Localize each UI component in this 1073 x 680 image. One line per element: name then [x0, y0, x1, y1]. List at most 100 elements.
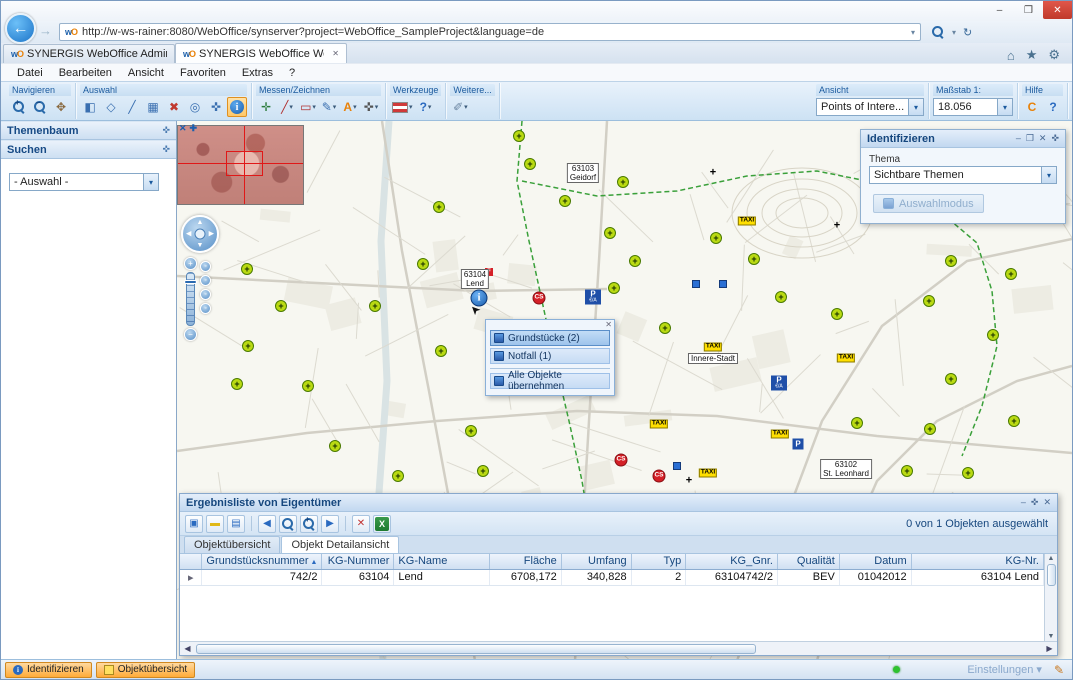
export-table-icon[interactable]: ▤ [227, 515, 245, 533]
poi-marker[interactable]: + [748, 253, 760, 265]
poi-marker[interactable]: + [617, 176, 629, 188]
remove-result-icon[interactable]: ✕ [352, 515, 370, 533]
zoom-out-button[interactable]: − [184, 328, 197, 341]
object-marker[interactable] [692, 280, 700, 288]
poi-marker[interactable]: + [945, 373, 957, 385]
vertical-scrollbar[interactable]: ▲ ▼ [1044, 554, 1057, 641]
zoom-to-object-icon[interactable] [279, 515, 297, 533]
table-row[interactable]: ▸742/263104Lend6708,172340,828263104742/… [180, 569, 1044, 585]
search-dropdown-icon[interactable]: ▾ [952, 28, 956, 37]
poi-marker[interactable]: + [241, 263, 253, 275]
pan-control[interactable]: ▲ ▼ ◀ ▶ [181, 215, 219, 253]
more-tools-icon[interactable]: ✐▾ [450, 97, 470, 117]
popup-action-alle-objekte[interactable]: Alle Objekte übernehmen [490, 373, 610, 389]
menu-item-item[interactable]: ? [281, 66, 303, 80]
point-select-icon[interactable]: ✜ [206, 97, 226, 117]
poi-marker[interactable]: + [231, 378, 243, 390]
pan-up-icon[interactable]: ▲ [197, 219, 204, 226]
parking-fee-marker[interactable]: P€/A [771, 376, 787, 391]
task-button-identifizieren[interactable]: iIdentifizieren [5, 662, 92, 678]
austria-flag-icon[interactable]: ▾ [390, 97, 415, 117]
object-marker[interactable] [673, 462, 681, 470]
tools-help-icon[interactable]: ?▾ [416, 97, 436, 117]
overview-extent-rect[interactable] [226, 151, 263, 176]
menu-item-extras[interactable]: Extras [234, 66, 281, 80]
column-header-typ[interactable]: Typ [631, 554, 686, 569]
sidebar-section-suchen[interactable]: Suchen ✜ [1, 140, 176, 159]
column-header-umfang[interactable]: Umfang [561, 554, 631, 569]
einstellungen-link[interactable]: Einstellungen ▾ [967, 663, 1042, 676]
chevron-down-icon[interactable]: ▾ [333, 103, 337, 111]
poi-marker[interactable]: + [851, 417, 863, 429]
tab-close-icon[interactable]: ✕ [332, 49, 339, 58]
tab-objektuebersicht[interactable]: Objektübersicht [184, 536, 280, 553]
pin-icon[interactable]: ✜ [162, 125, 170, 136]
menu-item-datei[interactable]: Datei [9, 66, 51, 80]
identify-icon[interactable]: i [227, 97, 247, 117]
url-history-dropdown-icon[interactable]: ▾ [911, 28, 915, 37]
column-header-item[interactable] [180, 554, 202, 569]
map-canvas[interactable]: +++++++++++++++++++++++++++++++++++TAXIT… [177, 121, 1072, 659]
poi-marker[interactable]: + [329, 440, 341, 452]
poi-marker[interactable]: + [1005, 268, 1017, 280]
close-overview-icon[interactable]: ✕ [179, 123, 187, 134]
column-header-kg-gnr[interactable]: KG_Gnr. [686, 554, 778, 569]
excel-export-icon[interactable]: X [373, 515, 391, 533]
copyright-icon[interactable]: C [1022, 97, 1042, 117]
close-button[interactable]: ✕ [1043, 1, 1072, 19]
select-rectangle-icon[interactable]: ◧ [80, 97, 100, 117]
nav-history-button[interactable]: ◦ [200, 303, 211, 314]
nav-history-button[interactable]: ◦ [200, 275, 211, 286]
minimize-icon[interactable]: – [1016, 133, 1021, 144]
chevron-down-icon[interactable]: ▾ [464, 103, 468, 111]
measure-coordinate-icon[interactable]: ✛ [256, 97, 276, 117]
poi-marker[interactable]: + [962, 467, 974, 479]
chevron-down-icon[interactable]: ▾ [409, 103, 413, 111]
pan-left-icon[interactable]: ◀ [186, 231, 191, 238]
task-button-objekt-bersicht[interactable]: Objektübersicht [96, 662, 195, 678]
carsharing-marker[interactable]: CS [615, 454, 628, 467]
expand-overview-icon[interactable]: ✚ [190, 123, 198, 134]
previous-object-icon[interactable]: ◀ [258, 515, 276, 533]
poi-marker[interactable]: + [629, 255, 641, 267]
chevron-down-icon[interactable]: ▾ [289, 103, 293, 111]
maximize-button[interactable]: ❒ [1014, 1, 1043, 19]
draw-icon[interactable]: ✎▾ [319, 97, 339, 117]
scroll-left-icon[interactable]: ◀ [180, 644, 195, 653]
zoom-in-icon[interactable]: + [9, 97, 29, 117]
snap-icon[interactable]: ✜▾ [361, 97, 381, 117]
thema-select[interactable]: Sichtbare Themen ▾ [869, 166, 1057, 184]
poi-marker[interactable]: + [369, 300, 381, 312]
poi-marker[interactable]: + [923, 295, 935, 307]
poi-marker[interactable]: + [608, 282, 620, 294]
scrollbar-thumb[interactable] [196, 644, 756, 654]
settings-gear-icon[interactable]: ⚙ [1048, 47, 1060, 63]
toolbar-select-ma-stab-1[interactable]: 18.056▾ [933, 98, 1013, 116]
menu-item-ansicht[interactable]: Ansicht [120, 66, 172, 80]
poi-marker[interactable]: + [433, 201, 445, 213]
poi-marker[interactable]: + [275, 300, 287, 312]
column-header-qualit-t[interactable]: Qualität [777, 554, 839, 569]
nav-history-button[interactable]: ◦ [200, 289, 211, 300]
poi-marker[interactable]: + [465, 425, 477, 437]
taxi-marker[interactable]: TAXI [837, 354, 855, 363]
menu-item-bearbeiten[interactable]: Bearbeiten [51, 66, 120, 80]
clear-selection-icon[interactable]: ✖ [164, 97, 184, 117]
poi-marker[interactable]: + [392, 470, 404, 482]
help-icon[interactable]: ? [1043, 97, 1063, 117]
scroll-down-icon[interactable]: ▼ [1048, 633, 1055, 640]
poi-marker[interactable]: + [831, 308, 843, 320]
back-button[interactable]: ← [5, 13, 36, 44]
pin-icon[interactable]: ✜ [1051, 133, 1059, 144]
taxi-marker[interactable]: TAXI [704, 343, 722, 352]
measure-area-icon[interactable]: ▭▾ [298, 97, 318, 117]
toolbar-select-ansicht[interactable]: Points of Intere...▾ [816, 98, 924, 116]
poi-marker[interactable]: + [242, 340, 254, 352]
refresh-icon[interactable]: ↻ [963, 26, 972, 39]
float-icon[interactable]: ❐ [1026, 133, 1034, 144]
search-icon[interactable] [931, 25, 945, 39]
poi-marker[interactable]: + [775, 291, 787, 303]
select-layer-icon[interactable]: ▦ [143, 97, 163, 117]
column-header-kg-nummer[interactable]: KG-Nummer [322, 554, 394, 569]
poi-marker[interactable]: + [924, 423, 936, 435]
